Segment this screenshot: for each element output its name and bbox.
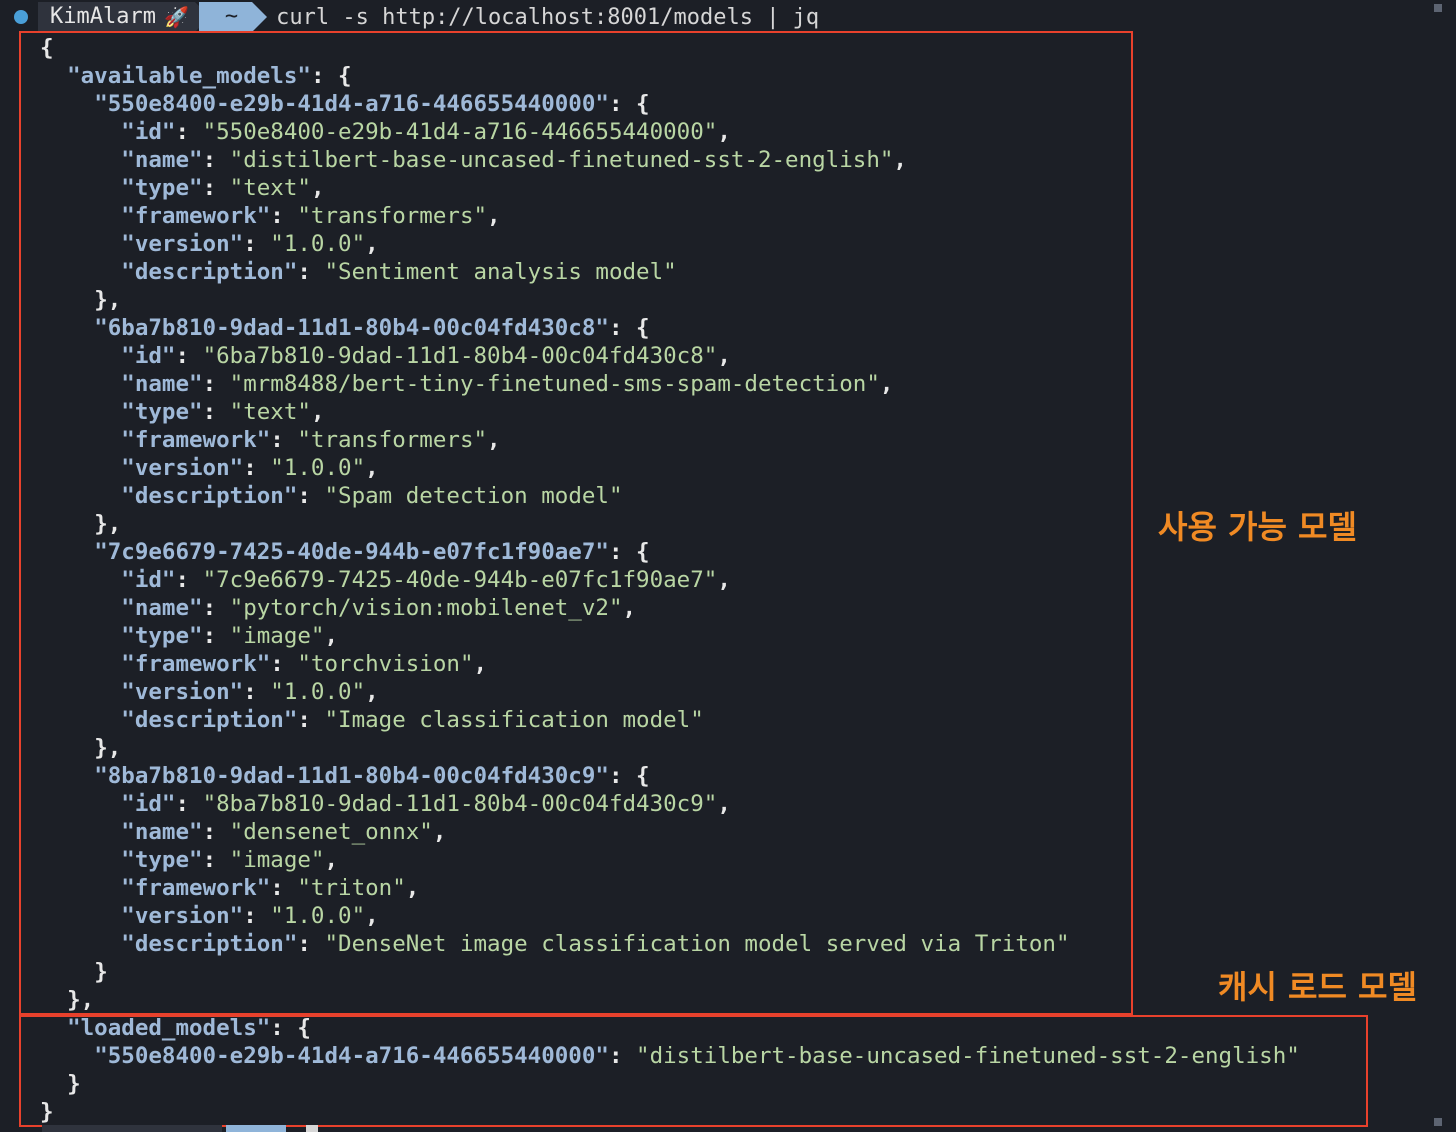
terminal-cursor (306, 1125, 318, 1132)
next-prompt-user-segment (42, 1125, 222, 1132)
available-models-annotation: 사용 가능 모델 (1158, 508, 1357, 546)
prompt-user: KimAlarm (50, 4, 156, 29)
rocket-icon: 🚀 (163, 5, 189, 29)
scroll-bottom-marker (1434, 1118, 1442, 1126)
loaded-models-annotation: 캐시 로드 모델 (1218, 968, 1417, 1006)
next-prompt-directory (226, 1125, 286, 1132)
shell-prompt: KimAlarm 🚀 ~ curl -s http://localhost:80… (0, 0, 1456, 34)
prompt-user-segment: KimAlarm 🚀 (38, 2, 210, 32)
next-shell-prompt (0, 1125, 1456, 1132)
scroll-top-marker (1434, 4, 1442, 12)
status-dot-icon (14, 10, 28, 24)
command-text[interactable]: curl -s http://localhost:8001/models | j… (276, 5, 819, 30)
loaded-models-highlight-box (19, 1015, 1368, 1127)
prompt-directory: ~ (198, 2, 268, 32)
available-models-highlight-box (19, 31, 1133, 1015)
